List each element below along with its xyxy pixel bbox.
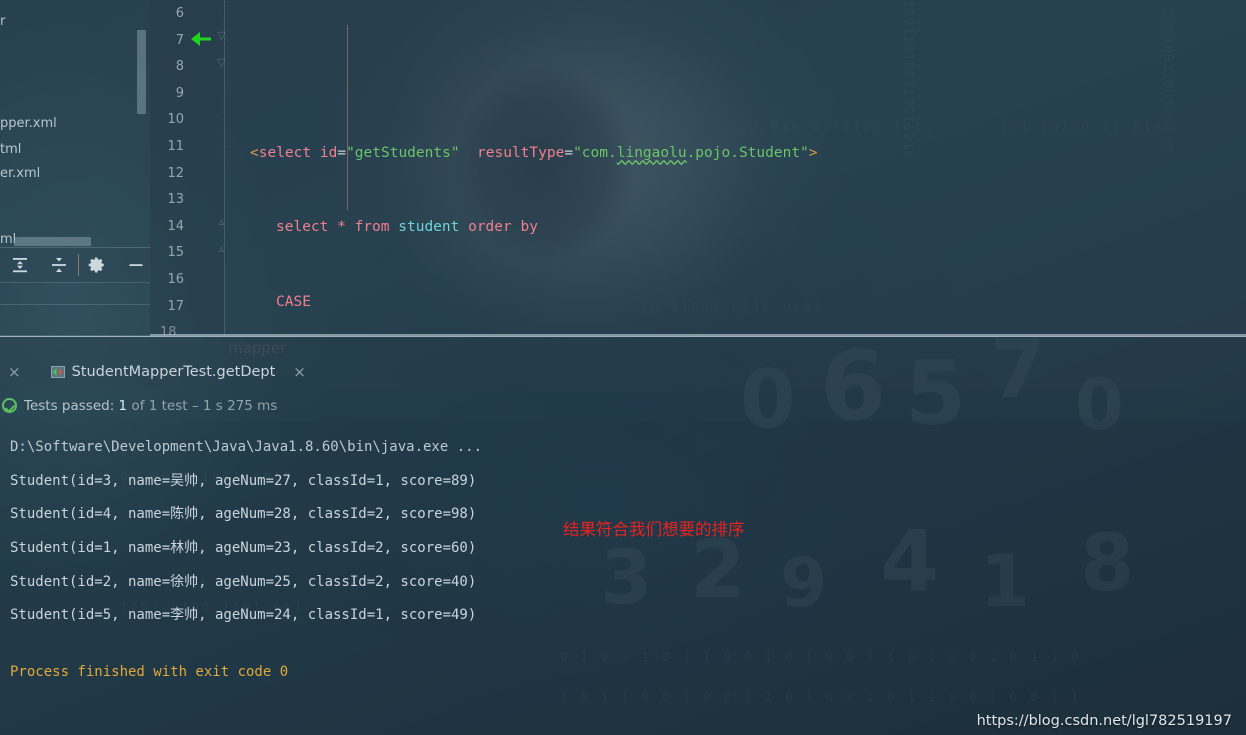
project-tree-panel[interactable]: r pper.xml tml er.xml ml [0, 0, 150, 247]
tests-passed-count: 1 [118, 397, 128, 414]
tree-item[interactable]: er.xml [0, 166, 40, 181]
result-type-suffix: .pojo.Student" [686, 144, 809, 161]
project-tree-horizontal-scrollbar[interactable] [0, 236, 150, 247]
line-number: 16 [167, 271, 184, 287]
console-output-line: Student(id=5, name=李帅, ageNum=24, classI… [10, 607, 477, 624]
attr-id-value: "getStudents" [346, 144, 460, 161]
line-number: 9 [175, 85, 184, 101]
console-output-line: Student(id=3, name=吴帅, ageNum=27, classI… [10, 472, 477, 489]
code-line-7: <select id="getStudents" resultType="com… [226, 140, 1246, 167]
code-line-8: select * from student order by [226, 214, 1246, 241]
project-tree-vertical-scrollbar[interactable] [137, 30, 146, 114]
console-output-line: Student(id=2, name=徐帅, ageNum=25, classI… [10, 573, 477, 590]
tab-close-icon[interactable]: × [285, 364, 314, 380]
indent-guide [347, 25, 348, 210]
toolbar-separator [77, 254, 79, 276]
minimize-icon[interactable] [121, 248, 150, 282]
line-number: 10 [167, 112, 184, 128]
gutter-fold-rail [224, 0, 225, 336]
tree-item[interactable]: r [0, 14, 5, 29]
equals-sign: = [337, 144, 347, 161]
attr-result-type: resultType [477, 144, 565, 161]
line-number: 6 [175, 6, 184, 21]
status-dash: – [191, 397, 199, 414]
green-left-arrow-icon[interactable] [188, 26, 214, 52]
red-annotation-text: 结果符合我们想要的排序 [563, 520, 745, 539]
attr-id: id [319, 144, 338, 161]
tag-name: select [258, 144, 312, 161]
line-number: 17 [167, 298, 184, 314]
tab-label: StudentMapperTest.getDept [71, 364, 276, 380]
console-command-line: D:\Software\Development\Java\Java1.8.60\… [10, 439, 483, 455]
code-line-9: CASE [226, 289, 1246, 316]
run-test-icon [50, 366, 65, 378]
console-exit-line: Process finished with exit code 0 [10, 664, 289, 681]
sql-star: * [337, 219, 346, 236]
collapse-all-icon[interactable] [45, 248, 74, 282]
tool-window-close-icon[interactable]: × [0, 364, 29, 380]
line-number: 13 [167, 192, 184, 208]
line-number: 12 [167, 165, 184, 181]
tag-close-bracket: > [808, 144, 818, 161]
line-number: 14 [167, 218, 184, 234]
code-text[interactable]: <select id="getStudents" resultType="com… [226, 0, 1246, 336]
panel-lower-region [0, 283, 150, 336]
console-output[interactable]: D:\Software\Development\Java\Java1.8.60\… [0, 421, 1246, 735]
sql-keyword-order-by: order by [468, 219, 538, 236]
test-status-text: Tests passed: 1 of 1 test – 1 s 275 ms [24, 398, 277, 414]
tab-row[interactable]: × StudentMapperTest.getDept × [0, 355, 314, 389]
sql-keyword-select: select [276, 219, 329, 236]
tab-student-mapper-test[interactable]: StudentMapperTest.getDept [50, 364, 276, 380]
tests-passed-prefix: Tests passed: [24, 397, 119, 414]
ide-window: 6 7 8 9 10 11 12 13 14 15 16 17 ▽ ▽ ▵ ▵ [0, 0, 1246, 735]
test-status-bar: Tests passed: 1 of 1 test – 1 s 275 ms [0, 390, 1246, 421]
test-duration: 1 s 275 ms [198, 397, 278, 414]
settings-gear-icon[interactable] [82, 248, 111, 282]
sql-keyword-from: from [354, 219, 390, 236]
run-tool-window-tabbar[interactable]: × StudentMapperTest.getDept × [0, 336, 1246, 390]
tests-total-text: of 1 test [127, 397, 192, 414]
sql-table-name: student [398, 219, 460, 236]
scrollbar-thumb[interactable] [14, 237, 91, 246]
sql-keyword-case: CASE [276, 293, 311, 310]
watermark-url: https://blog.csdn.net/lgl782519197 [976, 713, 1232, 729]
tree-item[interactable]: tml [0, 142, 21, 157]
expand-all-icon[interactable] [6, 248, 35, 282]
line-number: 8 [175, 59, 184, 75]
tree-item[interactable]: pper.xml [0, 116, 57, 131]
divider-line [0, 304, 150, 305]
equals-sign: = [564, 144, 574, 161]
result-type-package: lingaolu [616, 144, 687, 161]
code-editor-pane[interactable]: 6 7 8 9 10 11 12 13 14 15 16 17 ▽ ▽ ▵ ▵ [150, 0, 1246, 336]
result-type-prefix: "com. [573, 144, 617, 161]
line-number-ruler: 6 7 8 9 10 11 12 13 14 15 16 17 [150, 0, 184, 320]
panel-toolbar[interactable] [0, 247, 150, 283]
green-check-icon [2, 398, 17, 413]
line-number: 7 [175, 32, 184, 48]
tag-open-bracket: < [250, 144, 259, 161]
line-number: 15 [167, 245, 184, 261]
line-number: 11 [167, 138, 184, 154]
